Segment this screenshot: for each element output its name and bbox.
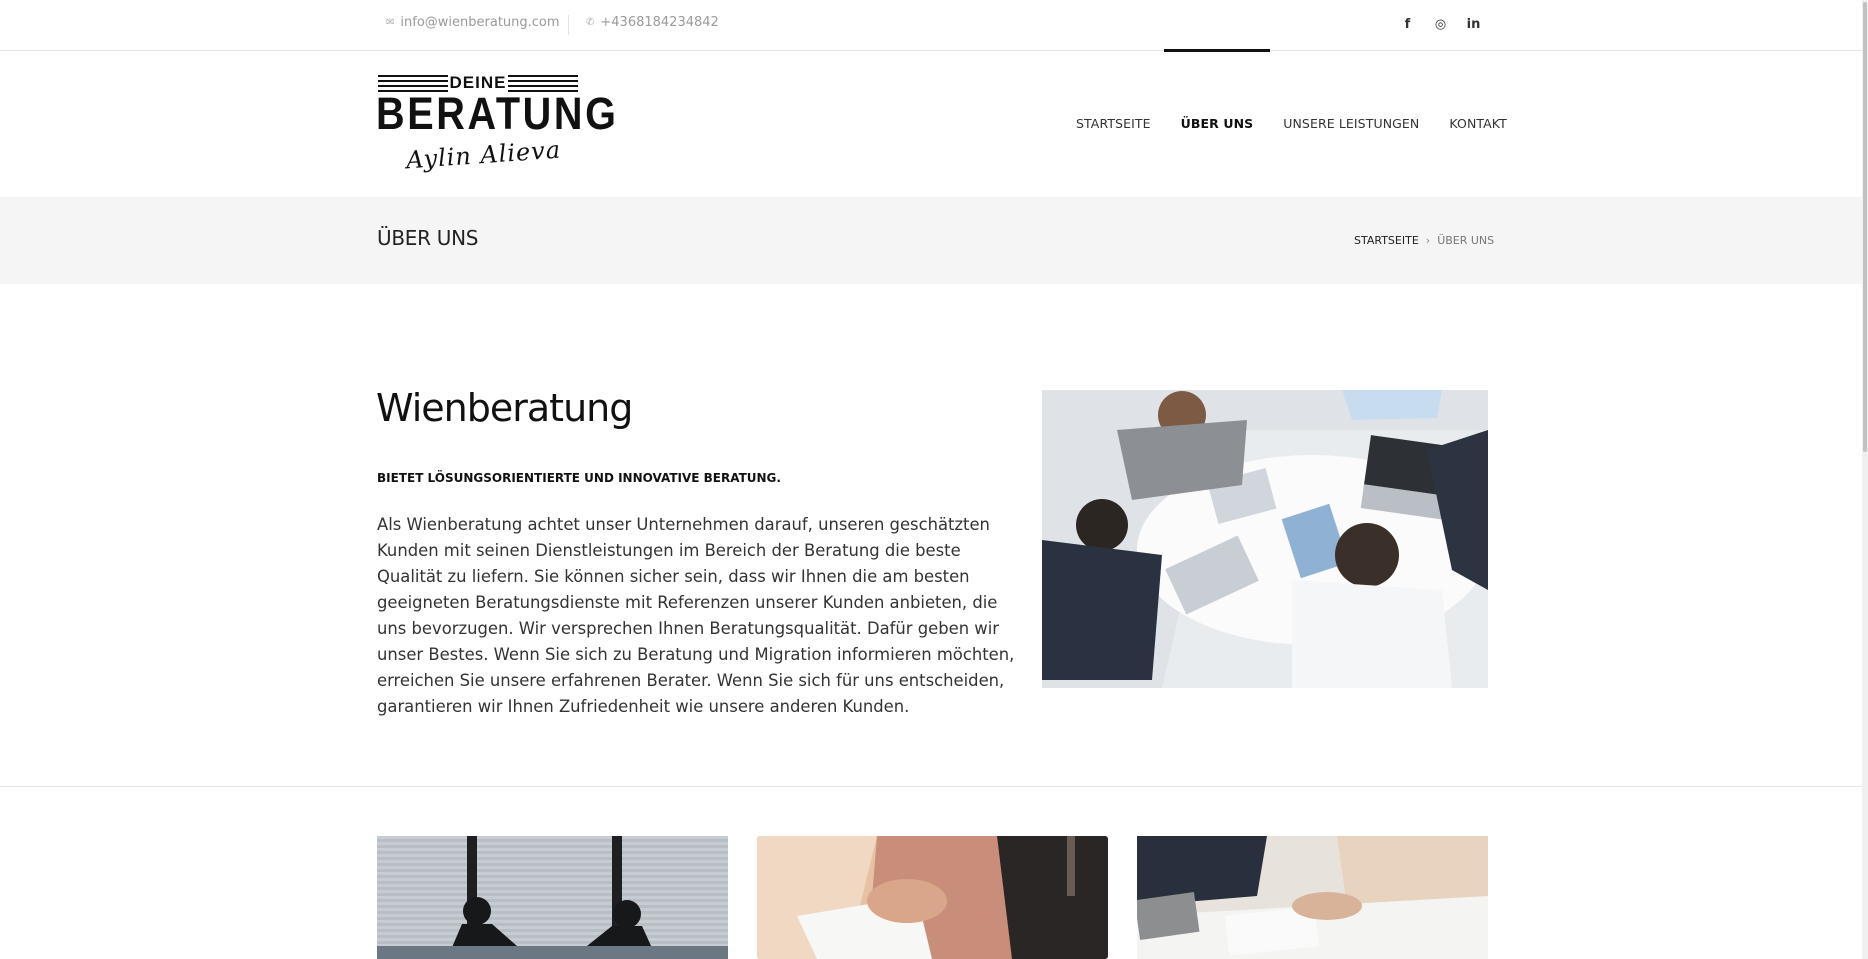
nav-item-ueber-uns[interactable]: ÜBER UNS [1163, 49, 1270, 197]
social-links: f ◎ in [1391, 13, 1490, 37]
email-text[interactable]: info@wienberatung.com [400, 15, 559, 30]
page-title: ÜBER UNS [377, 226, 479, 250]
site-logo[interactable]: DEINE BERATUNG Aylin Alieva [376, 73, 619, 181]
service-card-image-1[interactable] [377, 836, 728, 959]
linkedin-icon[interactable]: in [1457, 13, 1490, 37]
breadcrumb: STARTSEITE › ÜBER UNS [1354, 234, 1494, 247]
top-bar: ✉ info@wienberatung.com ✆ +4368184234842… [0, 0, 1868, 51]
service-card-image-2[interactable] [757, 836, 1108, 959]
phone-icon: ✆ [586, 17, 595, 28]
nav-item-unsere-leistungen[interactable]: UNSERE LEISTUNGEN [1268, 51, 1434, 197]
scrollbar-thumb[interactable] [1863, 2, 1867, 452]
section-subheading: BIETET LÖSUNGSORIENTIERTE UND INNOVATIVE… [377, 471, 781, 485]
section-heading: Wienberatung [376, 386, 633, 430]
logo-main-text: BERATUNG [376, 88, 619, 139]
main-nav: STARTSEITE ÜBER UNS UNSERE LEISTUNGEN KO… [1061, 49, 1522, 197]
site-header: DEINE BERATUNG Aylin Alieva STARTSEITE Ü… [0, 49, 1868, 197]
meeting-photo [1042, 390, 1488, 688]
phone-link[interactable]: ✆ +4368184234842 [586, 15, 719, 30]
instagram-icon[interactable]: ◎ [1424, 13, 1457, 37]
page-scrollbar[interactable] [1862, 0, 1868, 959]
service-card-image-3[interactable] [1137, 836, 1488, 959]
email-link[interactable]: ✉ info@wienberatung.com [386, 15, 560, 30]
breadcrumb-home[interactable]: STARTSEITE [1354, 234, 1419, 247]
nav-item-startseite[interactable]: STARTSEITE [1061, 51, 1166, 197]
section-divider [0, 786, 1868, 787]
breadcrumb-current: ÜBER UNS [1437, 234, 1495, 247]
nav-item-kontakt[interactable]: KONTAKT [1434, 51, 1521, 197]
divider [568, 15, 569, 35]
facebook-icon[interactable]: f [1391, 13, 1424, 37]
phone-text[interactable]: +4368184234842 [600, 15, 718, 30]
page-title-bar: ÜBER UNS STARTSEITE › ÜBER UNS [0, 197, 1868, 284]
section-body-text: Als Wienberatung achtet unser Unternehme… [377, 515, 1015, 716]
chevron-right-icon: › [1425, 234, 1431, 247]
logo-signature: Aylin Alieva [405, 135, 562, 175]
envelope-icon: ✉ [386, 17, 395, 28]
